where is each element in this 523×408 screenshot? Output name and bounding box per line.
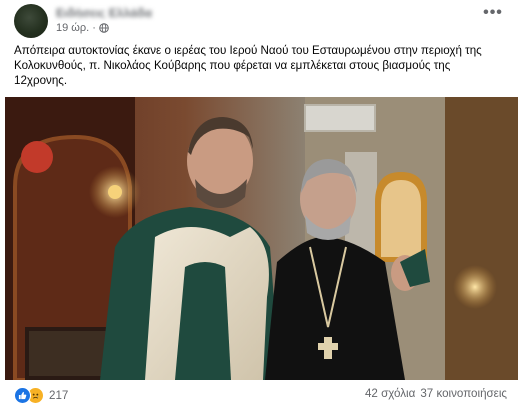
post-text-line: 12χρονης. (14, 74, 68, 87)
comments-count[interactable]: 42 σχόλια (365, 387, 415, 400)
photo-image (5, 97, 518, 380)
post-photo[interactable] (5, 97, 518, 380)
reaction-count[interactable]: 217 (49, 389, 68, 402)
author-avatar[interactable] (14, 4, 48, 38)
post-text: Απόπειρα αυτοκτονίας έκανε ο ιερέας του … (14, 43, 508, 88)
meta-separator: · (92, 22, 96, 34)
author-name[interactable]: Ειδήσεις Ελλάδα (56, 6, 196, 18)
shares-count[interactable]: 37 κοινοποιήσεις (420, 387, 507, 400)
reactions-summary[interactable]: 217 (14, 387, 68, 404)
post-text-line: Απόπειρα αυτοκτονίας έκανε ο ιερέας του … (14, 44, 482, 57)
engagement-stats: 42 σχόλια 37 κοινοποιήσεις (365, 387, 507, 400)
post-footer: 217 42 σχόλια 37 κοινοποιήσεις (14, 386, 509, 404)
like-icon (14, 387, 31, 404)
post-meta: 19 ώρ. · (56, 22, 109, 34)
more-options-icon[interactable]: ••• (481, 5, 505, 24)
post-time[interactable]: 19 ώρ. (56, 22, 89, 34)
post-header: Ειδήσεις Ελλάδα 19 ώρ. · ••• (14, 4, 509, 38)
facebook-post: Ειδήσεις Ελλάδα 19 ώρ. · ••• Απόπειρα αυ… (0, 0, 523, 408)
post-text-line: Κολοκυνθούς, π. Νικολάος Κούβαρης που φέ… (14, 59, 451, 72)
globe-icon[interactable] (99, 23, 109, 33)
